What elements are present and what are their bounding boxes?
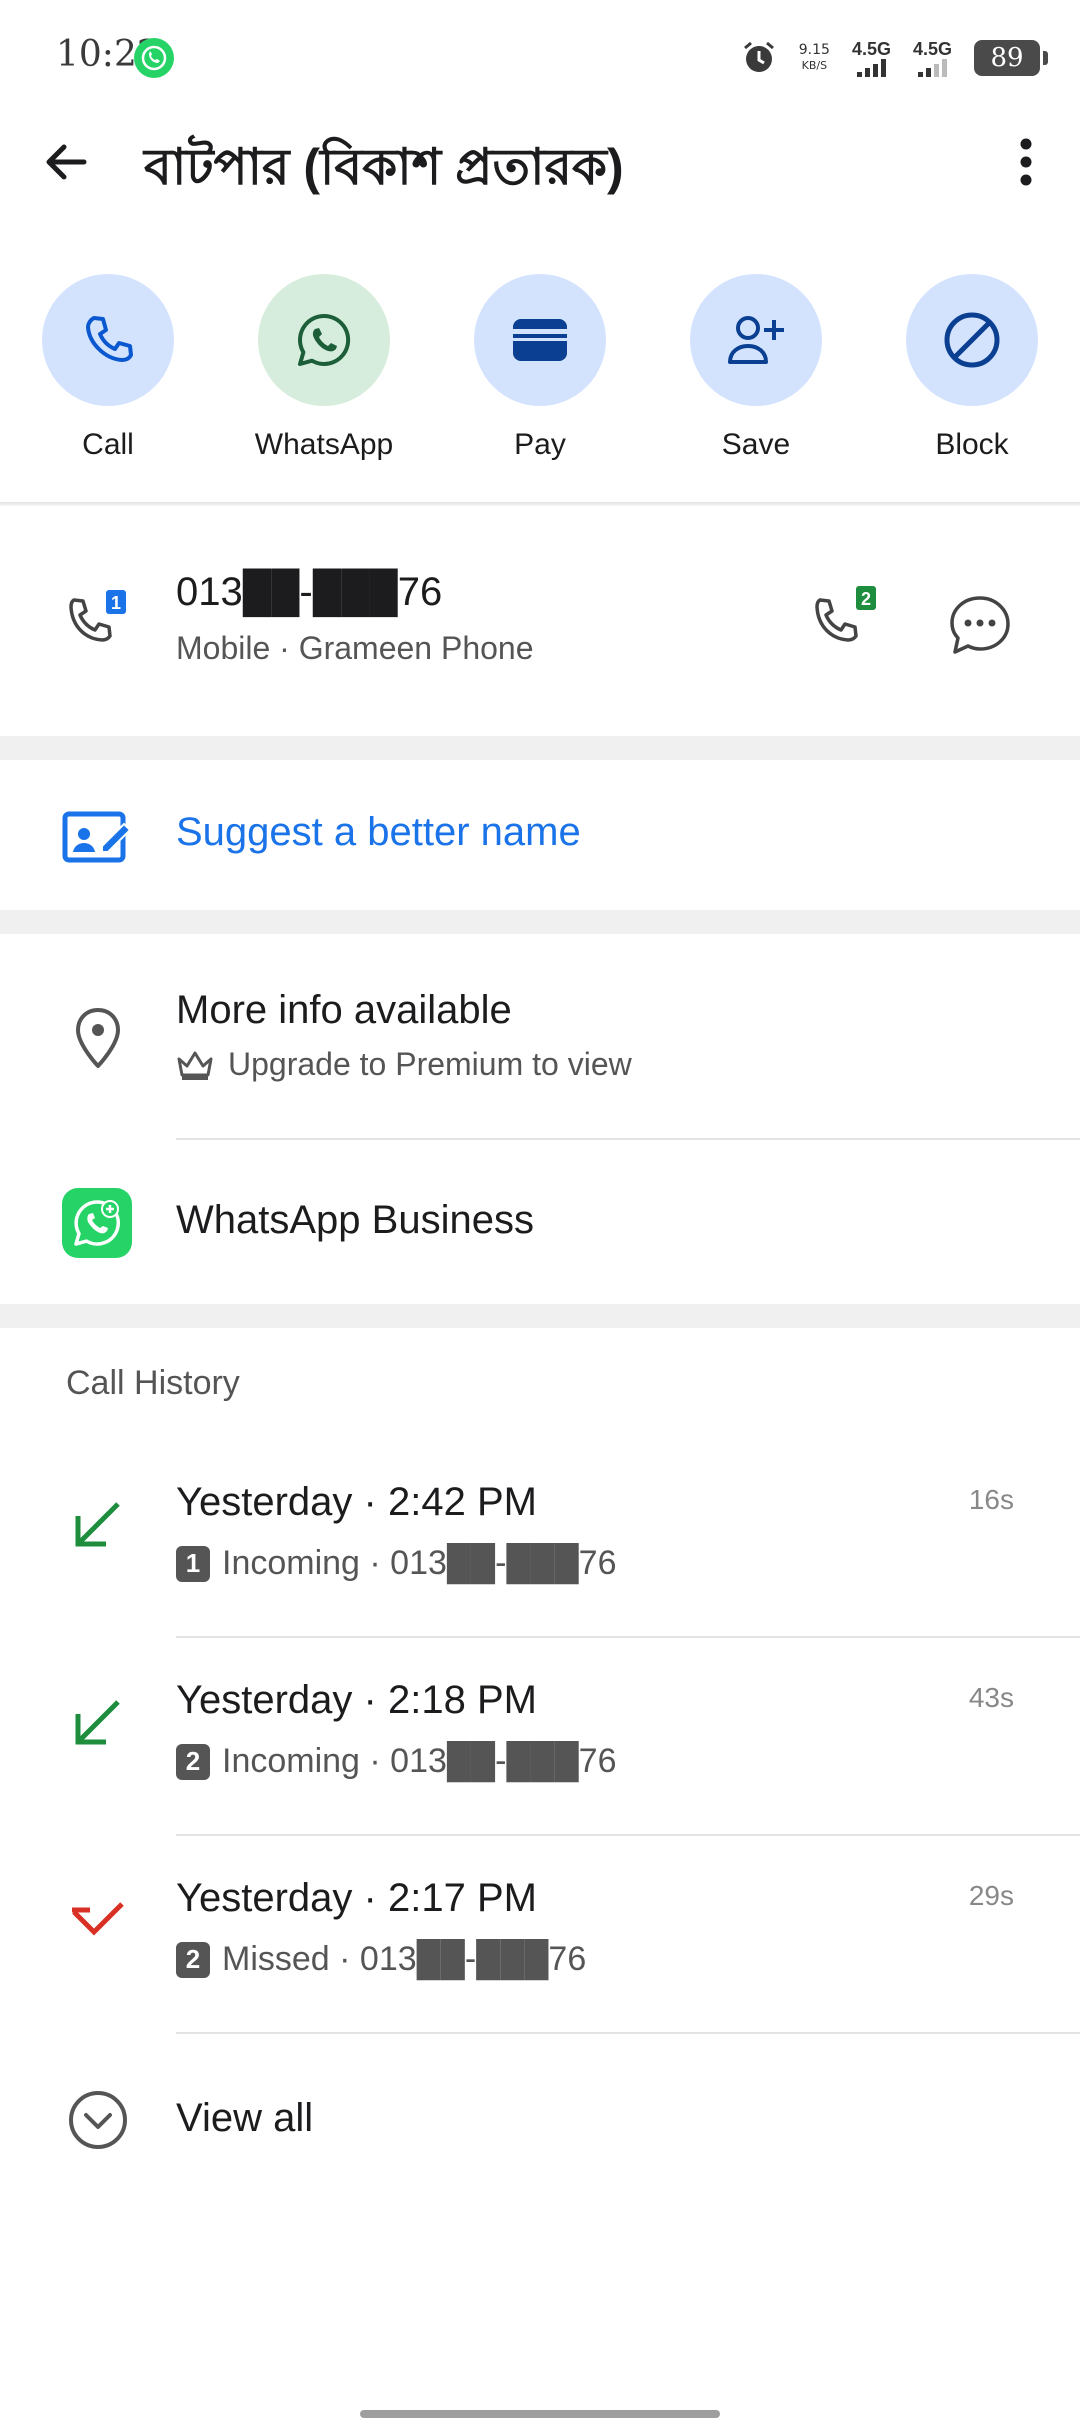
crown-icon: [177, 1051, 213, 1080]
sim-badge: 2: [176, 1743, 210, 1780]
pay-action[interactable]: Pay: [450, 274, 630, 462]
status-icons: 9.15 KB/S 4.5G 4.5G 89: [741, 30, 1048, 86]
call-detail-text: Incoming · 013██-███76: [222, 1742, 617, 1780]
call-history-item[interactable]: Yesterday · 2:17 PM 2 Missed · 013██-███…: [0, 1836, 1080, 2034]
call-duration: 43s: [968, 1682, 1014, 1713]
phone-icon: [86, 316, 133, 362]
call-time: Yesterday · 2:42 PM: [176, 1480, 537, 1524]
whatsapp-business-label: WhatsApp Business: [176, 1198, 534, 1242]
save-action-circle[interactable]: [690, 274, 822, 406]
sim-badge: 2: [176, 1941, 210, 1978]
network-type-2: 4.5G: [912, 39, 952, 59]
sim2-label: 2: [861, 589, 871, 609]
signal-1: 4.5G: [852, 39, 891, 77]
call-detail-text: Incoming · 013██-███76: [222, 1544, 617, 1582]
net-speed-value: 9.15: [798, 42, 830, 58]
more-info-row[interactable]: More info available Upgrade to Premium t…: [0, 934, 1080, 1140]
wallet-icon: [513, 319, 567, 361]
app-header: বাটপার (বিকাশ প্রতারক): [0, 112, 1080, 212]
call-sim2-icon[interactable]: 2: [810, 584, 886, 660]
save-action[interactable]: Save: [666, 274, 846, 462]
missed-call-icon: [72, 1902, 124, 1936]
block-action-label: Block: [935, 428, 1009, 461]
more-vertical-icon: [1020, 138, 1032, 186]
call-detail: 1 Incoming · 013██-███76: [176, 1544, 617, 1583]
signal-2: 4.5G: [913, 39, 952, 77]
section-gap: [0, 1304, 1080, 1328]
add-person-icon: [728, 316, 784, 364]
phone-number-row[interactable]: 1 013██-███76 Mobile · Grameen Phone 2: [0, 506, 1080, 736]
net-speed: 9.15 KB/S: [799, 42, 830, 74]
block-action-circle[interactable]: [906, 274, 1038, 406]
call-detail: 2 Missed · 013██-███76: [176, 1940, 586, 1979]
call-detail: 2 Incoming · 013██-███76: [176, 1742, 617, 1781]
call-duration: 29s: [968, 1880, 1014, 1911]
signal-bars-icon: [856, 59, 886, 77]
whatsapp-notification-icon: [134, 38, 174, 78]
call-history-item[interactable]: Yesterday · 2:18 PM 2 Incoming · 013██-█…: [0, 1638, 1080, 1836]
net-speed-unit: KB/S: [801, 59, 828, 72]
quick-actions: Call WhatsApp Pay Save Block: [0, 274, 1080, 474]
pay-action-circle[interactable]: [474, 274, 606, 406]
whatsapp-business-row[interactable]: WhatsApp Business: [0, 1142, 1080, 1304]
whatsapp-action-label: WhatsApp: [254, 428, 394, 461]
call-history-item[interactable]: Yesterday · 2:42 PM 1 Incoming · 013██-█…: [0, 1440, 1080, 1638]
phone-number-carrier: Mobile · Grameen Phone: [176, 630, 534, 666]
battery-indicator: 89: [974, 40, 1048, 76]
more-options-button[interactable]: [996, 132, 1056, 192]
message-icon[interactable]: [946, 592, 1014, 660]
chevron-down-circle-icon: [69, 2091, 127, 2149]
call-sim1-icon[interactable]: 1: [64, 588, 134, 658]
page-title: বাটপার (বিকাশ প্রতারক): [144, 139, 624, 195]
block-icon: [944, 312, 1000, 368]
incoming-call-icon: [75, 1502, 120, 1547]
premium-upsell[interactable]: Upgrade to Premium to view: [176, 1046, 632, 1083]
whatsapp-action[interactable]: WhatsApp: [234, 274, 414, 462]
section-gap: [0, 910, 1080, 934]
view-all-button[interactable]: View all: [0, 2044, 1080, 2194]
back-button[interactable]: [36, 132, 96, 192]
whatsapp-business-icon: [62, 1188, 132, 1258]
whatsapp-action-circle[interactable]: [258, 274, 390, 406]
divider: [176, 2032, 1080, 2034]
divider: [176, 1138, 1080, 1140]
sim1-label: 1: [111, 593, 121, 613]
signal-bars-icon: [917, 59, 947, 77]
status-bar: 10:22 9.15 KB/S 4.5G 4.5G 89: [0, 0, 1080, 112]
network-type-1: 4.5G: [851, 39, 891, 59]
call-action[interactable]: Call: [18, 274, 198, 462]
more-info-title: More info available: [176, 988, 512, 1032]
suggest-name-link[interactable]: Suggest a better name: [176, 810, 581, 855]
call-action-circle[interactable]: [42, 274, 174, 406]
block-action[interactable]: Block: [882, 274, 1062, 462]
section-gap: [0, 736, 1080, 760]
location-pin-icon: [76, 1008, 120, 1068]
view-all-label: View all: [176, 2096, 314, 2140]
call-duration: 16s: [968, 1484, 1014, 1515]
call-action-label: Call: [82, 428, 134, 461]
alarm-icon: [743, 41, 774, 72]
arrow-left-icon: [46, 144, 87, 180]
edit-card-icon: [62, 811, 132, 863]
save-action-label: Save: [721, 428, 791, 461]
whatsapp-icon: [298, 313, 351, 366]
home-indicator[interactable]: [360, 2410, 720, 2418]
call-history-title: Call History: [66, 1364, 240, 1402]
call-detail-text: Missed · 013██-███76: [222, 1940, 587, 1978]
suggest-name-row[interactable]: Suggest a better name: [0, 760, 1080, 910]
sim-badge: 1: [176, 1545, 210, 1582]
phone-number: 013██-███76: [176, 570, 443, 614]
call-time: Yesterday · 2:17 PM: [176, 1876, 537, 1920]
incoming-call-icon: [75, 1700, 120, 1745]
pay-action-label: Pay: [514, 428, 566, 461]
premium-upsell-text: Upgrade to Premium to view: [228, 1046, 632, 1082]
call-time: Yesterday · 2:18 PM: [176, 1678, 537, 1722]
